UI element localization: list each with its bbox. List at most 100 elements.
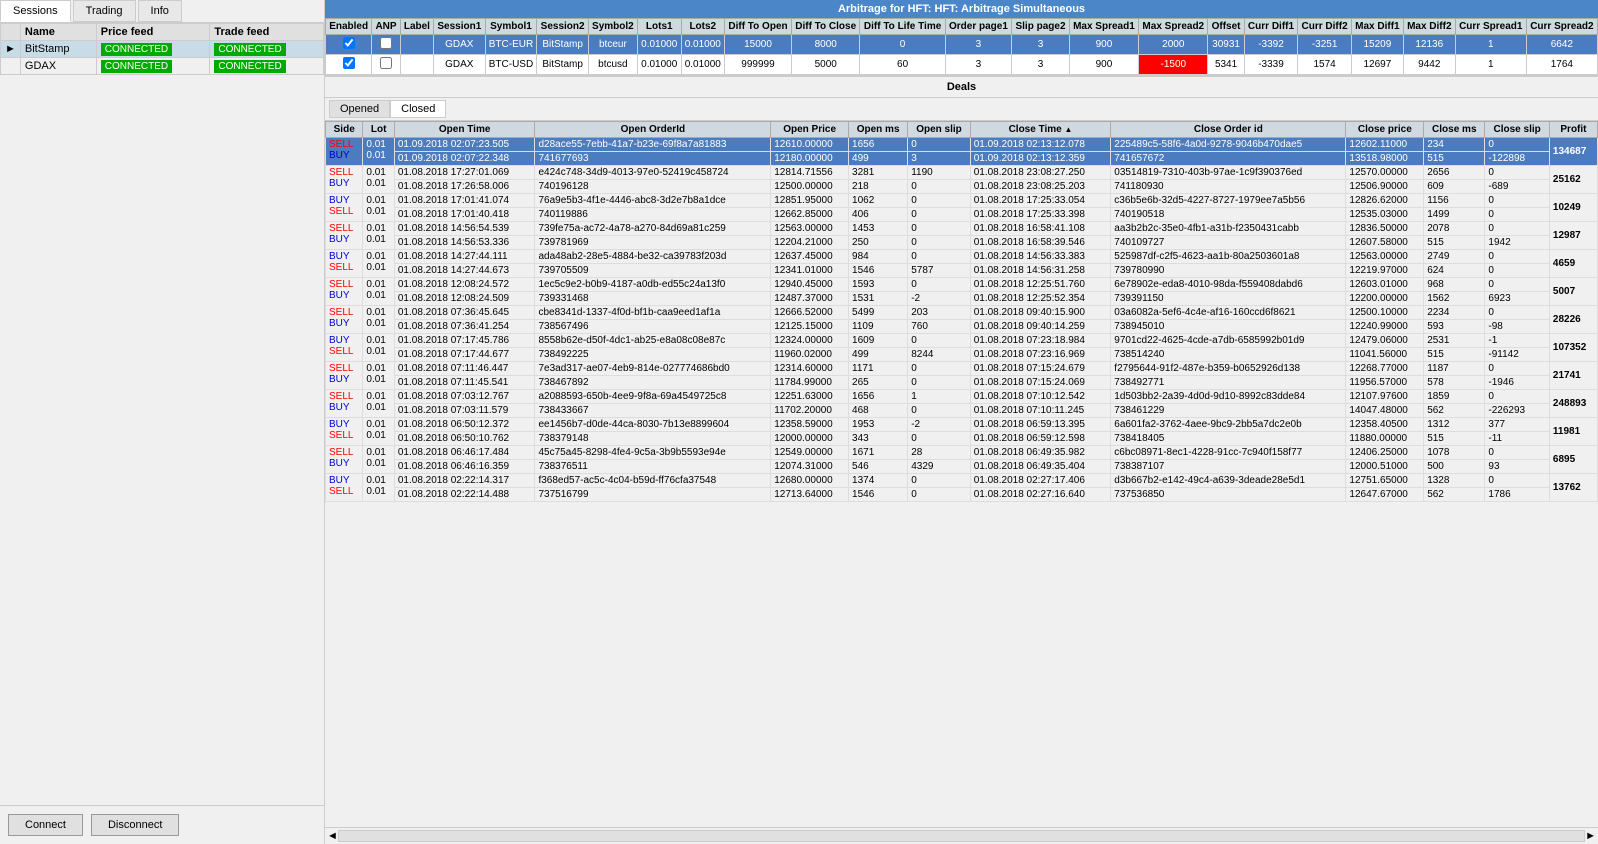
- open-price-cell: 12610.00000: [771, 138, 849, 152]
- close-slip-cell-2: 1942: [1485, 236, 1550, 250]
- profit-cell: 28226: [1549, 306, 1597, 334]
- deals-header-8: Close Order id: [1111, 122, 1346, 138]
- open-slip-cell-2: 0: [908, 432, 971, 446]
- scroll-left-arrow[interactable]: ◄: [327, 830, 338, 842]
- enabled-checkbox[interactable]: [326, 35, 372, 55]
- symbol1-cell: BTC-EUR: [485, 35, 537, 55]
- open-slip-cell: 0: [908, 194, 971, 208]
- close-ms-cell-2: 562: [1424, 488, 1485, 502]
- deals-row[interactable]: SELL BUY 0.010.01 01.08.2018 07:03:12.76…: [326, 390, 1598, 404]
- top-table-header-12: Order page1: [945, 19, 1012, 35]
- max-spread1-cell: 900: [1069, 35, 1138, 55]
- close-orderid-cell-2: 737536850: [1111, 488, 1346, 502]
- open-ms-cell-2: 1531: [849, 292, 908, 306]
- top-section: Sessions Trading Info Name Price feed Tr…: [0, 0, 1598, 844]
- right-panel: Arbitrage for HFT: HFT: Arbitrage Simult…: [325, 0, 1598, 844]
- close-ms-cell-2: 562: [1424, 404, 1485, 418]
- deals-tab-closed[interactable]: Closed: [390, 100, 446, 118]
- max-spread2-cell: -1500: [1139, 55, 1208, 75]
- close-price-cell-2: 11956.57000: [1346, 376, 1424, 390]
- open-time-cell-2: 01.08.2018 17:26:58.006: [394, 180, 535, 194]
- close-ms-cell-2: 1499: [1424, 208, 1485, 222]
- deals-header-10: Close ms: [1424, 122, 1485, 138]
- deals-row[interactable]: SELL BUY 0.010.01 01.08.2018 06:46:17.48…: [326, 446, 1598, 460]
- deals-header-0: Side: [326, 122, 363, 138]
- session2-cell: BitStamp: [537, 55, 588, 75]
- close-price-cell-2: 12607.58000: [1346, 236, 1424, 250]
- open-price-cell: 12851.95000: [771, 194, 849, 208]
- open-orderid-cell: 8558b62e-d50f-4dc1-ab25-e8a08c08e87c: [535, 334, 771, 348]
- side-cell: SELL BUY: [326, 278, 363, 306]
- close-price-cell-2: 12506.90000: [1346, 180, 1424, 194]
- deals-row[interactable]: SELL BUY 0.010.01 01.08.2018 12:08:24.57…: [326, 278, 1598, 292]
- open-time-cell-2: 01.08.2018 02:22:14.488: [394, 488, 535, 502]
- open-orderid-cell-2: 740196128: [535, 180, 771, 194]
- close-ms-cell: 1078: [1424, 446, 1485, 460]
- session-row[interactable]: GDAX CONNECTED CONNECTED: [1, 58, 324, 75]
- open-slip-cell: 28: [908, 446, 971, 460]
- close-price-cell-2: 12219.97000: [1346, 264, 1424, 278]
- close-ms-cell: 2656: [1424, 166, 1485, 180]
- open-ms-cell-2: 1546: [849, 488, 908, 502]
- open-orderid-cell-2: 739705509: [535, 264, 771, 278]
- open-time-cell-2: 01.08.2018 07:11:45.541: [394, 376, 535, 390]
- deals-row[interactable]: SELL BUY 0.010.01 01.08.2018 07:11:46.44…: [326, 362, 1598, 376]
- open-time-cell: 01.08.2018 07:17:45.786: [394, 334, 535, 348]
- open-orderid-cell: a2088593-650b-4ee9-9f8a-69a4549725c8: [535, 390, 771, 404]
- deals-row[interactable]: SELL BUY 0.010.01 01.08.2018 17:27:01.06…: [326, 166, 1598, 180]
- deals-header-6: Open slip: [908, 122, 971, 138]
- deals-row[interactable]: BUY SELL 0.010.01 01.08.2018 02:22:14.31…: [326, 474, 1598, 488]
- open-ms-cell: 1671: [849, 446, 908, 460]
- open-ms-cell: 1374: [849, 474, 908, 488]
- open-orderid-cell: e424c748-34d9-4013-97e0-52419c458724: [535, 166, 771, 180]
- deals-row[interactable]: BUY SELL 0.010.01 01.08.2018 17:01:41.07…: [326, 194, 1598, 208]
- close-slip-cell: 0: [1485, 250, 1550, 264]
- lots1-cell: 0.01000: [637, 55, 681, 75]
- deals-row[interactable]: BUY SELL 0.010.01 01.08.2018 06:50:12.37…: [326, 418, 1598, 432]
- profit-cell: 4659: [1549, 250, 1597, 278]
- lot-cell: 0.010.01: [363, 334, 394, 362]
- close-orderid-cell-2: 739780990: [1111, 264, 1346, 278]
- connect-button[interactable]: Connect: [8, 814, 83, 836]
- enabled-checkbox[interactable]: [326, 55, 372, 75]
- tab-trading[interactable]: Trading: [73, 0, 136, 22]
- open-price-cell: 12251.63000: [771, 390, 849, 404]
- close-ms-cell-2: 515: [1424, 152, 1485, 166]
- open-time-cell: 01.08.2018 12:08:24.572: [394, 278, 535, 292]
- close-price-cell: 12500.10000: [1346, 306, 1424, 320]
- tab-sessions[interactable]: Sessions: [0, 0, 71, 22]
- close-ms-cell: 1328: [1424, 474, 1485, 488]
- slip-page2-cell: 3: [1012, 55, 1070, 75]
- open-orderid-cell: 76a9e5b3-4f1e-4446-abc8-3d2e7b8a1dce: [535, 194, 771, 208]
- top-table-header-15: Max Spread2: [1139, 19, 1208, 35]
- top-table-row: GDAXBTC-EURBitStampbtceur0.010000.010001…: [326, 35, 1598, 55]
- close-slip-cell: 0: [1485, 306, 1550, 320]
- deals-row[interactable]: BUY SELL 0.010.01 01.08.2018 14:27:44.11…: [326, 250, 1598, 264]
- close-orderid-cell-2: 738514240: [1111, 348, 1346, 362]
- bottom-scroll: ◄ ►: [325, 827, 1598, 844]
- order-page1-cell: 3: [945, 35, 1012, 55]
- deals-row[interactable]: SELL BUY 0.010.01 01.09.2018 02:07:23.50…: [326, 138, 1598, 152]
- deals-tab-opened[interactable]: Opened: [329, 100, 390, 118]
- scroll-right-arrow[interactable]: ►: [1585, 830, 1596, 842]
- profit-cell: 11981: [1549, 418, 1597, 446]
- session-row[interactable]: ► BitStamp CONNECTED CONNECTED: [1, 41, 324, 58]
- close-time-cell: 01.08.2018 06:59:13.395: [970, 418, 1111, 432]
- sessions-table: Name Price feed Trade feed ► BitStamp CO…: [0, 23, 324, 75]
- close-orderid-cell: 525987df-c2f5-4623-aa1b-80a2503601a8: [1111, 250, 1346, 264]
- anp-checkbox[interactable]: [372, 55, 400, 75]
- deals-table-container[interactable]: SideLotOpen TimeOpen OrderIdOpen PriceOp…: [325, 121, 1598, 827]
- close-price-cell: 12836.50000: [1346, 222, 1424, 236]
- open-orderid-cell: f368ed57-ac5c-4c04-b59d-ff76cfa37548: [535, 474, 771, 488]
- col-price-feed: Price feed: [96, 24, 210, 41]
- open-ms-cell: 1953: [849, 418, 908, 432]
- deals-row[interactable]: SELL BUY 0.010.01 01.08.2018 14:56:54.53…: [326, 222, 1598, 236]
- anp-checkbox[interactable]: [372, 35, 400, 55]
- open-time-cell-2: 01.08.2018 14:56:53.336: [394, 236, 535, 250]
- tab-info[interactable]: Info: [138, 0, 182, 22]
- deals-row[interactable]: BUY SELL 0.010.01 01.08.2018 07:17:45.78…: [326, 334, 1598, 348]
- horizontal-scrollbar[interactable]: [338, 830, 1585, 842]
- close-slip-cell: 0: [1485, 278, 1550, 292]
- deals-row[interactable]: SELL BUY 0.010.01 01.08.2018 07:36:45.64…: [326, 306, 1598, 320]
- disconnect-button[interactable]: Disconnect: [91, 814, 179, 836]
